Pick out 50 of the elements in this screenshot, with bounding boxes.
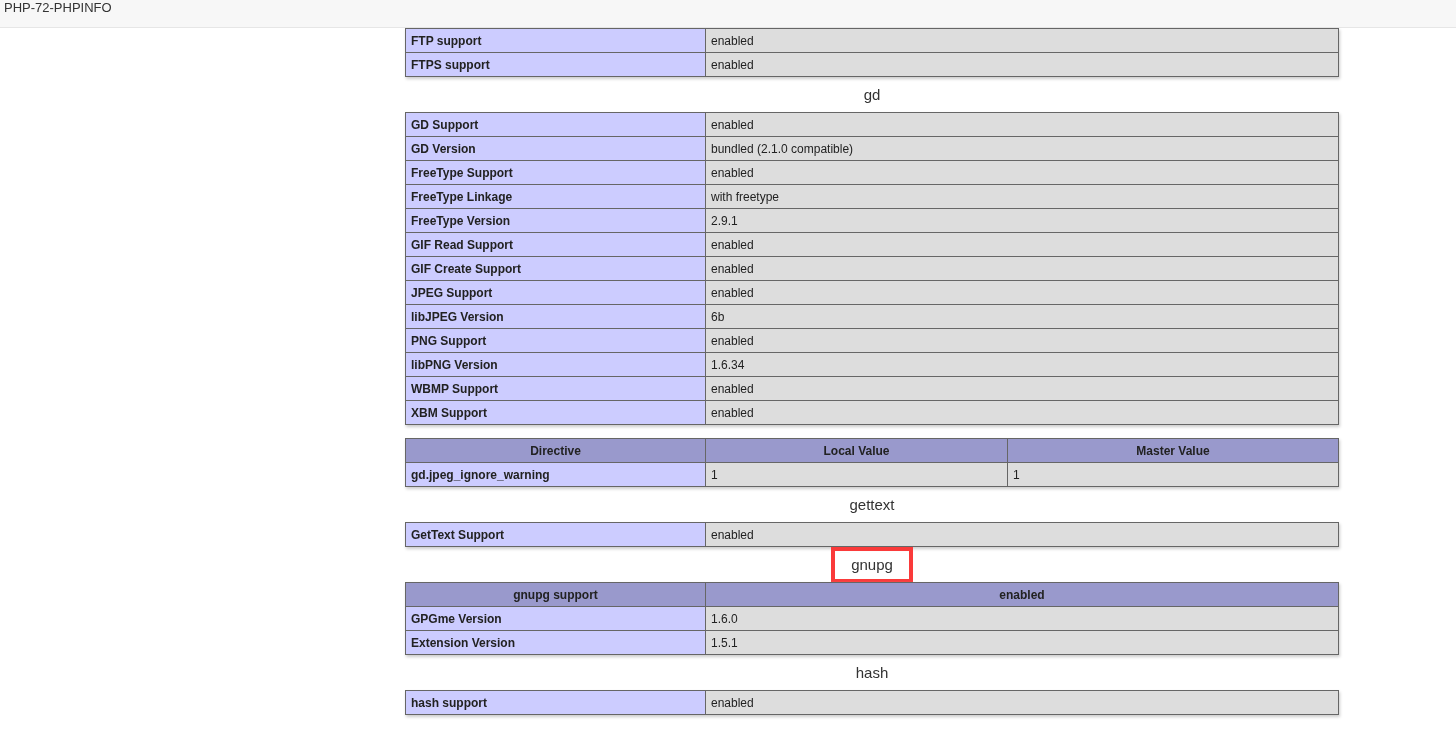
key-cell: GIF Read Support xyxy=(405,232,706,257)
header-cell: Master Value xyxy=(1007,438,1339,463)
value-cell: enabled xyxy=(705,690,1339,715)
value-cell: bundled (2.1.0 compatible) xyxy=(705,136,1339,161)
page-title: PHP-72-PHPINFO xyxy=(4,0,112,15)
value-cell: 2.9.1 xyxy=(705,208,1339,233)
key-cell: hash support xyxy=(405,690,706,715)
key-cell: FreeType Linkage xyxy=(405,184,706,209)
value-cell: enabled xyxy=(705,328,1339,353)
value-cell: 1.6.34 xyxy=(705,352,1339,377)
key-cell: libJPEG Version xyxy=(405,304,706,329)
value-cell: enabled xyxy=(705,256,1339,281)
value-cell: enabled xyxy=(705,376,1339,401)
key-cell: GD Version xyxy=(405,136,706,161)
value-cell: 1.5.1 xyxy=(705,630,1339,655)
key-cell: GPGme Version xyxy=(405,606,706,631)
value-cell: with freetype xyxy=(705,184,1339,209)
header-cell: gnupg support xyxy=(405,582,706,607)
key-cell: gd.jpeg_ignore_warning xyxy=(405,462,706,487)
key-cell: FreeType Version xyxy=(405,208,706,233)
value-cell: enabled xyxy=(705,160,1339,185)
key-cell: FreeType Support xyxy=(405,160,706,185)
value-cell: enabled xyxy=(705,522,1339,547)
value-cell: enabled xyxy=(705,280,1339,305)
value-cell: 6b xyxy=(705,304,1339,329)
header-cell: enabled xyxy=(705,582,1339,607)
key-cell: GIF Create Support xyxy=(405,256,706,281)
key-cell: libPNG Version xyxy=(405,352,706,377)
key-cell: FTPS support xyxy=(405,52,706,77)
key-cell: XBM Support xyxy=(405,400,706,425)
value-cell: enabled xyxy=(705,52,1339,77)
value-cell: 1 xyxy=(705,462,1008,487)
value-cell: 1 xyxy=(1007,462,1339,487)
value-cell: 1.6.0 xyxy=(705,606,1339,631)
section-heading: hash xyxy=(854,663,890,682)
key-cell: FTP support xyxy=(405,28,706,53)
key-cell: JPEG Support xyxy=(405,280,706,305)
key-cell: WBMP Support xyxy=(405,376,706,401)
key-cell: GetText Support xyxy=(405,522,706,547)
header-cell: Directive xyxy=(405,438,706,463)
section-heading: gettext xyxy=(848,495,896,514)
value-cell: enabled xyxy=(705,232,1339,257)
key-cell: PNG Support xyxy=(405,328,706,353)
header-cell: Local Value xyxy=(705,438,1008,463)
section-heading: gd xyxy=(862,85,882,104)
value-cell: enabled xyxy=(705,28,1339,53)
value-cell: enabled xyxy=(705,112,1339,137)
key-cell: GD Support xyxy=(405,112,706,137)
key-cell: Extension Version xyxy=(405,630,706,655)
value-cell: enabled xyxy=(705,400,1339,425)
